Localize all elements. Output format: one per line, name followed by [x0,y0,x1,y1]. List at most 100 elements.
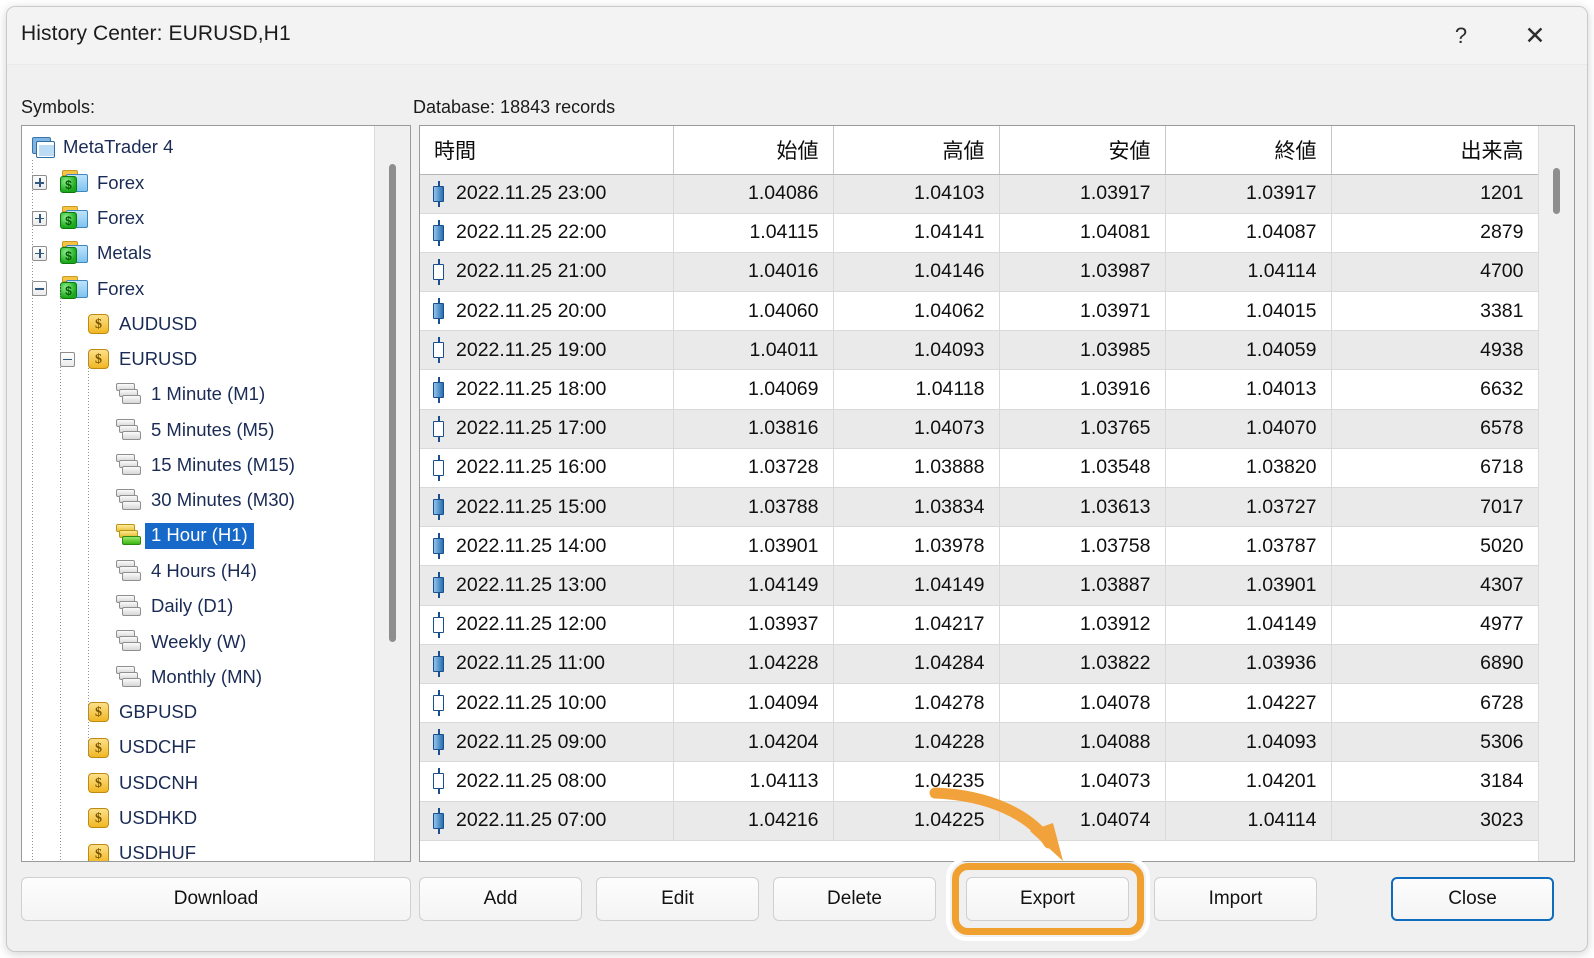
tree-item-15-minutes-m15[interactable]: 15 Minutes (M15) [22,448,374,483]
tree-expander-plus-icon[interactable] [32,210,47,226]
import-button[interactable]: Import [1154,877,1317,921]
symbol-icon [88,737,112,759]
help-icon[interactable]: ? [1435,13,1487,59]
tree-item-label: 1 Minute (M1) [151,383,266,405]
cell-time: 2022.11.25 19:00 [420,330,674,371]
column-header-volume[interactable]: 出来高 [1331,126,1539,175]
cell-time-text: 2022.11.25 08:00 [456,769,607,792]
column-header-close[interactable]: 終値 [1165,126,1332,175]
tree-item-forex[interactable]: $ Forex [22,165,374,200]
cell-low: 1.03916 [999,369,1166,410]
tree-item-1-minute-m1[interactable]: 1 Minute (M1) [22,377,374,412]
tree-item-metals[interactable]: $ Metals [22,236,374,271]
tree-scrollbar[interactable] [374,126,410,861]
tree-expander-minus-icon[interactable] [60,351,75,367]
tree-item-1-hour-h1[interactable]: 1 Hour (H1) [22,518,374,553]
tree-item-eurusd[interactable]: EURUSD [22,342,374,377]
edit-button[interactable]: Edit [596,877,759,921]
tree-item-weekly-w[interactable]: Weekly (W) [22,624,374,659]
tree-item-gbpusd[interactable]: GBPUSD [22,695,374,730]
tree-item-5-minutes-m5[interactable]: 5 Minutes (M5) [22,412,374,447]
table-row[interactable]: 2022.11.25 16:00 1.03728 1.03888 1.03548 1.0… [420,448,1539,489]
tree-item-4-hours-h4[interactable]: 4 Hours (H4) [22,554,374,589]
table-row[interactable]: 2022.11.25 19:00 1.04011 1.04093 1.03985 1.0… [420,330,1539,371]
table-row[interactable]: 2022.11.25 15:00 1.03788 1.03834 1.03613 1.0… [420,487,1539,528]
table-scrollbar-thumb[interactable] [1553,168,1560,214]
tree-item-usdhkd[interactable]: USDHKD [22,801,374,836]
table-row[interactable]: 2022.11.25 10:00 1.04094 1.04278 1.04078 1.0… [420,683,1539,724]
table-row[interactable]: 2022.11.25 21:00 1.04016 1.04146 1.03987 1.0… [420,252,1539,293]
symbol-icon [88,701,112,723]
candlestick-icon [432,650,445,677]
tree-item-30-minutes-m30[interactable]: 30 Minutes (M30) [22,483,374,518]
tree-item-label: Weekly (W) [151,630,247,652]
delete-button[interactable]: Delete [773,877,936,921]
cell-time: 2022.11.25 10:00 [420,683,674,724]
tree-expander-plus-icon[interactable] [32,175,47,191]
cell-close: 1.03936 [1165,644,1332,684]
tree-item-usdhuf[interactable]: USDHUF [22,836,374,861]
tree-item-usdchf[interactable]: USDCHF [22,730,374,765]
tree-item-forex[interactable]: $ Forex [22,201,374,236]
cell-time-text: 2022.11.25 21:00 [456,260,607,283]
cell-time-text: 2022.11.25 18:00 [456,378,607,401]
cell-close: 1.04114 [1165,801,1332,841]
table-row[interactable]: 2022.11.25 22:00 1.04115 1.04141 1.04081 1.0… [420,213,1539,253]
add-button[interactable]: Add [419,877,582,921]
table-scrollbar[interactable] [1538,126,1574,861]
table-row[interactable]: 2022.11.25 20:00 1.04060 1.04062 1.03971 1.0… [420,291,1539,332]
export-button[interactable]: Export [966,877,1129,921]
cell-low: 1.03548 [999,448,1166,489]
cell-low: 1.03822 [999,644,1166,684]
table-row[interactable]: 2022.11.25 14:00 1.03901 1.03978 1.03758 1.0… [420,526,1539,567]
cell-close: 1.04015 [1165,291,1332,332]
cell-open: 1.04115 [673,213,834,253]
cell-open: 1.04060 [673,291,834,332]
tree-scrollbar-thumb[interactable] [389,164,396,642]
download-button[interactable]: Download [21,877,411,921]
column-header-high[interactable]: 高値 [833,126,1000,175]
window-title: History Center: EURUSD,H1 [21,22,291,45]
cell-time-text: 2022.11.25 10:00 [456,691,607,714]
symbol-icon [88,772,112,794]
symbols-tree[interactable]: MetaTrader 4 $ Forex $ Forex $ Metals $ Forex AUD… [22,126,374,861]
column-header-open[interactable]: 始値 [673,126,834,175]
cell-high: 1.04073 [833,409,1000,449]
column-header-time[interactable]: 時間 [420,126,674,175]
tree-item-label: USDCNH [119,771,199,793]
symbol-icon [88,313,112,335]
cell-close: 1.04201 [1165,761,1332,802]
column-header-low[interactable]: 安値 [999,126,1166,175]
cell-open: 1.04216 [673,801,834,841]
tree-item-daily-d1[interactable]: Daily (D1) [22,589,374,624]
table-body: 2022.11.25 23:00 1.04086 1.04103 1.03917 1.0… [420,174,1539,841]
table-row[interactable]: 2022.11.25 09:00 1.04204 1.04228 1.04088 1.0… [420,722,1539,763]
cell-time: 2022.11.25 14:00 [420,526,674,567]
table-row[interactable]: 2022.11.25 18:00 1.04069 1.04118 1.03916 1.0… [420,369,1539,410]
tree-item-usdcnh[interactable]: USDCNH [22,765,374,800]
tree-item-audusd[interactable]: AUDUSD [22,306,374,341]
symbol-icon [88,843,112,861]
table-row[interactable]: 2022.11.25 13:00 1.04149 1.04149 1.03887 1.0… [420,565,1539,606]
cell-volume: 3184 [1331,761,1539,802]
tree-item-forex[interactable]: $ Forex [22,271,374,306]
close-button[interactable]: Close [1391,877,1554,921]
tree-item-root[interactable]: MetaTrader 4 [22,130,374,165]
table-row[interactable]: 2022.11.25 11:00 1.04228 1.04284 1.03822 1.0… [420,644,1539,684]
table-row[interactable]: 2022.11.25 12:00 1.03937 1.04217 1.03912 1.0… [420,605,1539,645]
table-row[interactable]: 2022.11.25 08:00 1.04113 1.04235 1.04073 1.0… [420,761,1539,802]
close-icon[interactable]: ✕ [1509,13,1561,59]
cell-time-text: 2022.11.25 15:00 [456,495,607,518]
candlestick-icon [432,337,445,364]
tree-guide-line [32,160,33,861]
tree-item-monthly-mn[interactable]: Monthly (MN) [22,659,374,694]
cell-volume: 6632 [1331,369,1539,410]
table-row[interactable]: 2022.11.25 23:00 1.04086 1.04103 1.03917 1.0… [420,174,1539,214]
cell-low: 1.03887 [999,565,1166,606]
tree-expander-minus-icon[interactable] [32,281,47,297]
table-row[interactable]: 2022.11.25 07:00 1.04216 1.04225 1.04074 1.0… [420,801,1539,841]
candlestick-icon [432,729,445,756]
table-row[interactable]: 2022.11.25 17:00 1.03816 1.04073 1.03765 1.0… [420,409,1539,449]
cell-volume: 5020 [1331,526,1539,567]
tree-expander-plus-icon[interactable] [32,245,47,261]
